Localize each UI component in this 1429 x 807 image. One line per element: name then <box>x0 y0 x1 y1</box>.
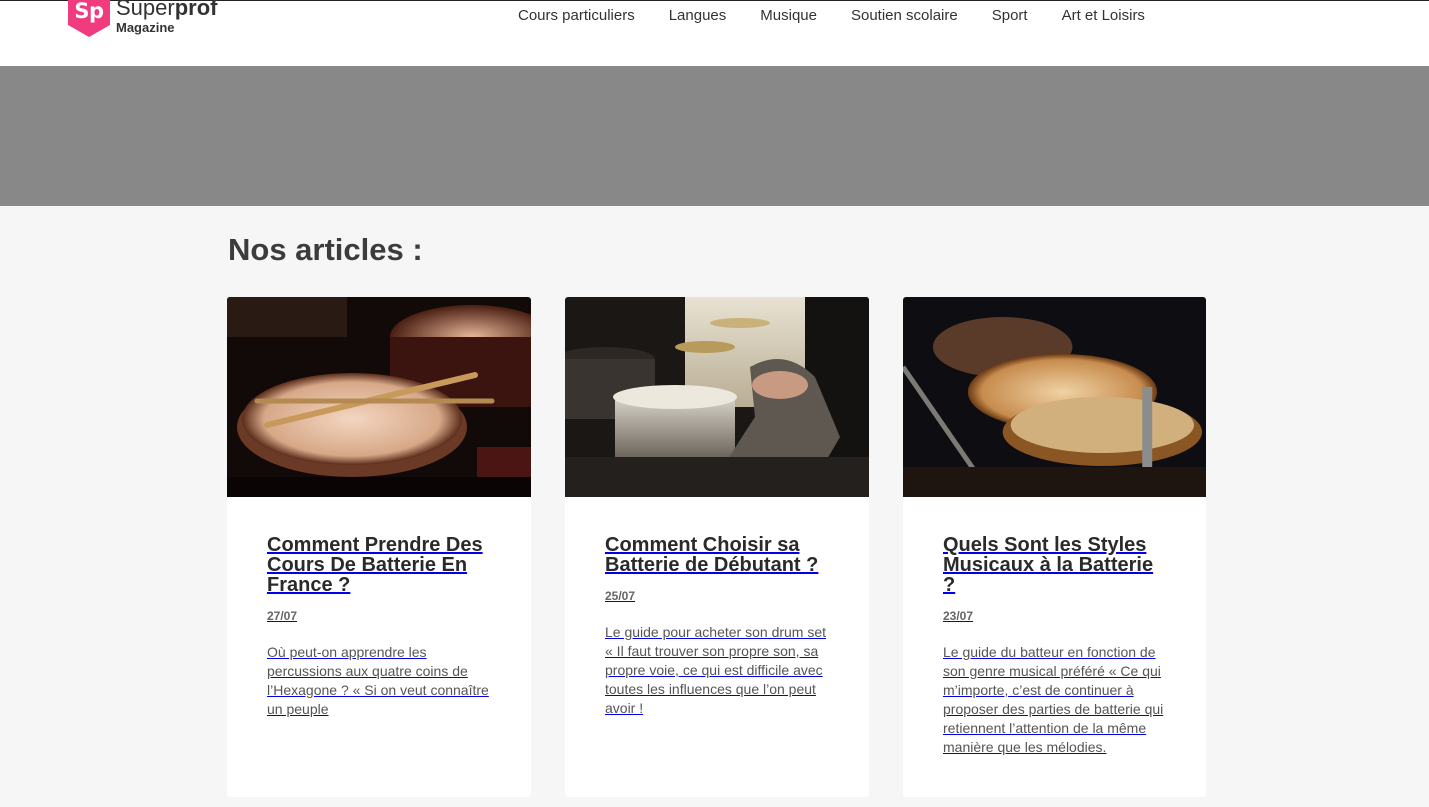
article-date: 27/07 <box>267 609 298 623</box>
article-body: Quels Sont les Styles Musicaux à la Batt… <box>903 497 1206 757</box>
logo-wordmark: Superprof Magazine <box>116 0 217 34</box>
article-image-drummer-playing <box>565 297 869 497</box>
article-card[interactable]: Comment Prendre Des Cours De Batterie En… <box>227 297 531 797</box>
article-image-drum-snare <box>227 297 531 497</box>
nav-soutien-scolaire[interactable]: Soutien scolaire <box>851 7 958 24</box>
superprof-badge-icon: Sp <box>68 0 110 37</box>
nav-sport[interactable]: Sport <box>992 7 1028 24</box>
badge-text: Sp <box>74 0 104 23</box>
article-excerpt: Le guide du batteur en fonction de son g… <box>943 644 1164 755</box>
logo-subtitle: Magazine <box>116 20 175 35</box>
article-title: Comment Prendre Des Cours De Batterie En… <box>267 534 483 596</box>
article-excerpt: Le guide pour acheter son drum set « Il … <box>605 624 827 716</box>
article-body: Comment Prendre Des Cours De Batterie En… <box>227 497 531 719</box>
nav-cours-particuliers[interactable]: Cours particuliers <box>518 7 635 24</box>
article-date: 25/07 <box>605 589 636 603</box>
logo-name-bold: prof <box>174 0 218 20</box>
article-title: Quels Sont les Styles Musicaux à la Batt… <box>943 534 1154 596</box>
hero-banner <box>0 66 1429 206</box>
site-header: Sp Superprof Magazine Cours particuliers… <box>0 0 1429 66</box>
nav-langues[interactable]: Langues <box>669 7 727 24</box>
article-date: 23/07 <box>943 609 974 623</box>
nav-musique[interactable]: Musique <box>760 7 817 24</box>
main-nav: Cours particuliers Langues Musique Souti… <box>518 7 1179 24</box>
section-title: Nos articles : <box>228 232 423 267</box>
logo-name-light: Super <box>116 0 175 20</box>
article-image-drum-kit-closeup <box>903 297 1206 497</box>
nav-art-et-loisirs[interactable]: Art et Loisirs <box>1062 7 1145 24</box>
superprof-magazine-logo[interactable]: Sp Superprof Magazine <box>68 0 217 37</box>
article-card[interactable]: Comment Choisir sa Batterie de Débutant … <box>565 297 869 797</box>
article-card[interactable]: Quels Sont les Styles Musicaux à la Batt… <box>903 297 1206 797</box>
article-title: Comment Choisir sa Batterie de Débutant … <box>605 534 819 576</box>
logo-name: Superprof <box>116 0 217 19</box>
article-excerpt: Où peut-on apprendre les percussions aux… <box>267 644 489 717</box>
article-body: Comment Choisir sa Batterie de Débutant … <box>565 497 869 718</box>
